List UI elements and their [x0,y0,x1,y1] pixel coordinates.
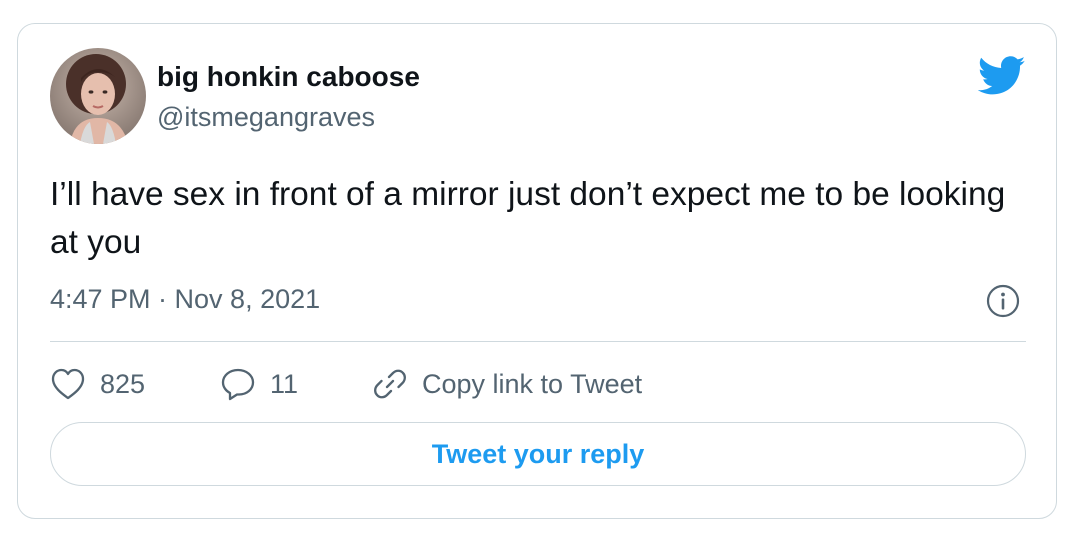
tweet-timestamp[interactable]: 4:47 PM · Nov 8, 2021 [50,284,320,315]
reply-button-label: Tweet your reply [431,438,645,469]
twitter-bird-icon[interactable] [977,56,1026,96]
avatar[interactable] [50,48,146,144]
reply-count-button[interactable]: 11 [220,364,298,404]
tweet-text: I’ll have sex in front of a mirror just … [50,176,1006,261]
reply-bubble-icon [221,368,255,401]
link-icon [374,369,406,399]
divider [50,341,1026,342]
author-display-name[interactable]: big honkin caboose [157,61,420,93]
action-bar: 825 11 Copy link to Tweet [50,364,1030,404]
copy-link-label: Copy link to Tweet [422,368,643,399]
info-icon[interactable] [986,284,1020,318]
avatar-photo [50,48,146,144]
tweet-reply-button[interactable]: Tweet your reply [50,422,1026,486]
reply-count: 11 [270,368,299,399]
tweet-card: big honkin caboose @itsmegangraves I’ll … [17,23,1057,519]
heart-icon [51,368,85,400]
author-handle[interactable]: @itsmegangraves [157,102,375,133]
copy-link-button[interactable]: Copy link to Tweet [372,364,642,404]
like-button[interactable]: 825 [50,364,145,404]
like-count: 825 [100,368,146,399]
